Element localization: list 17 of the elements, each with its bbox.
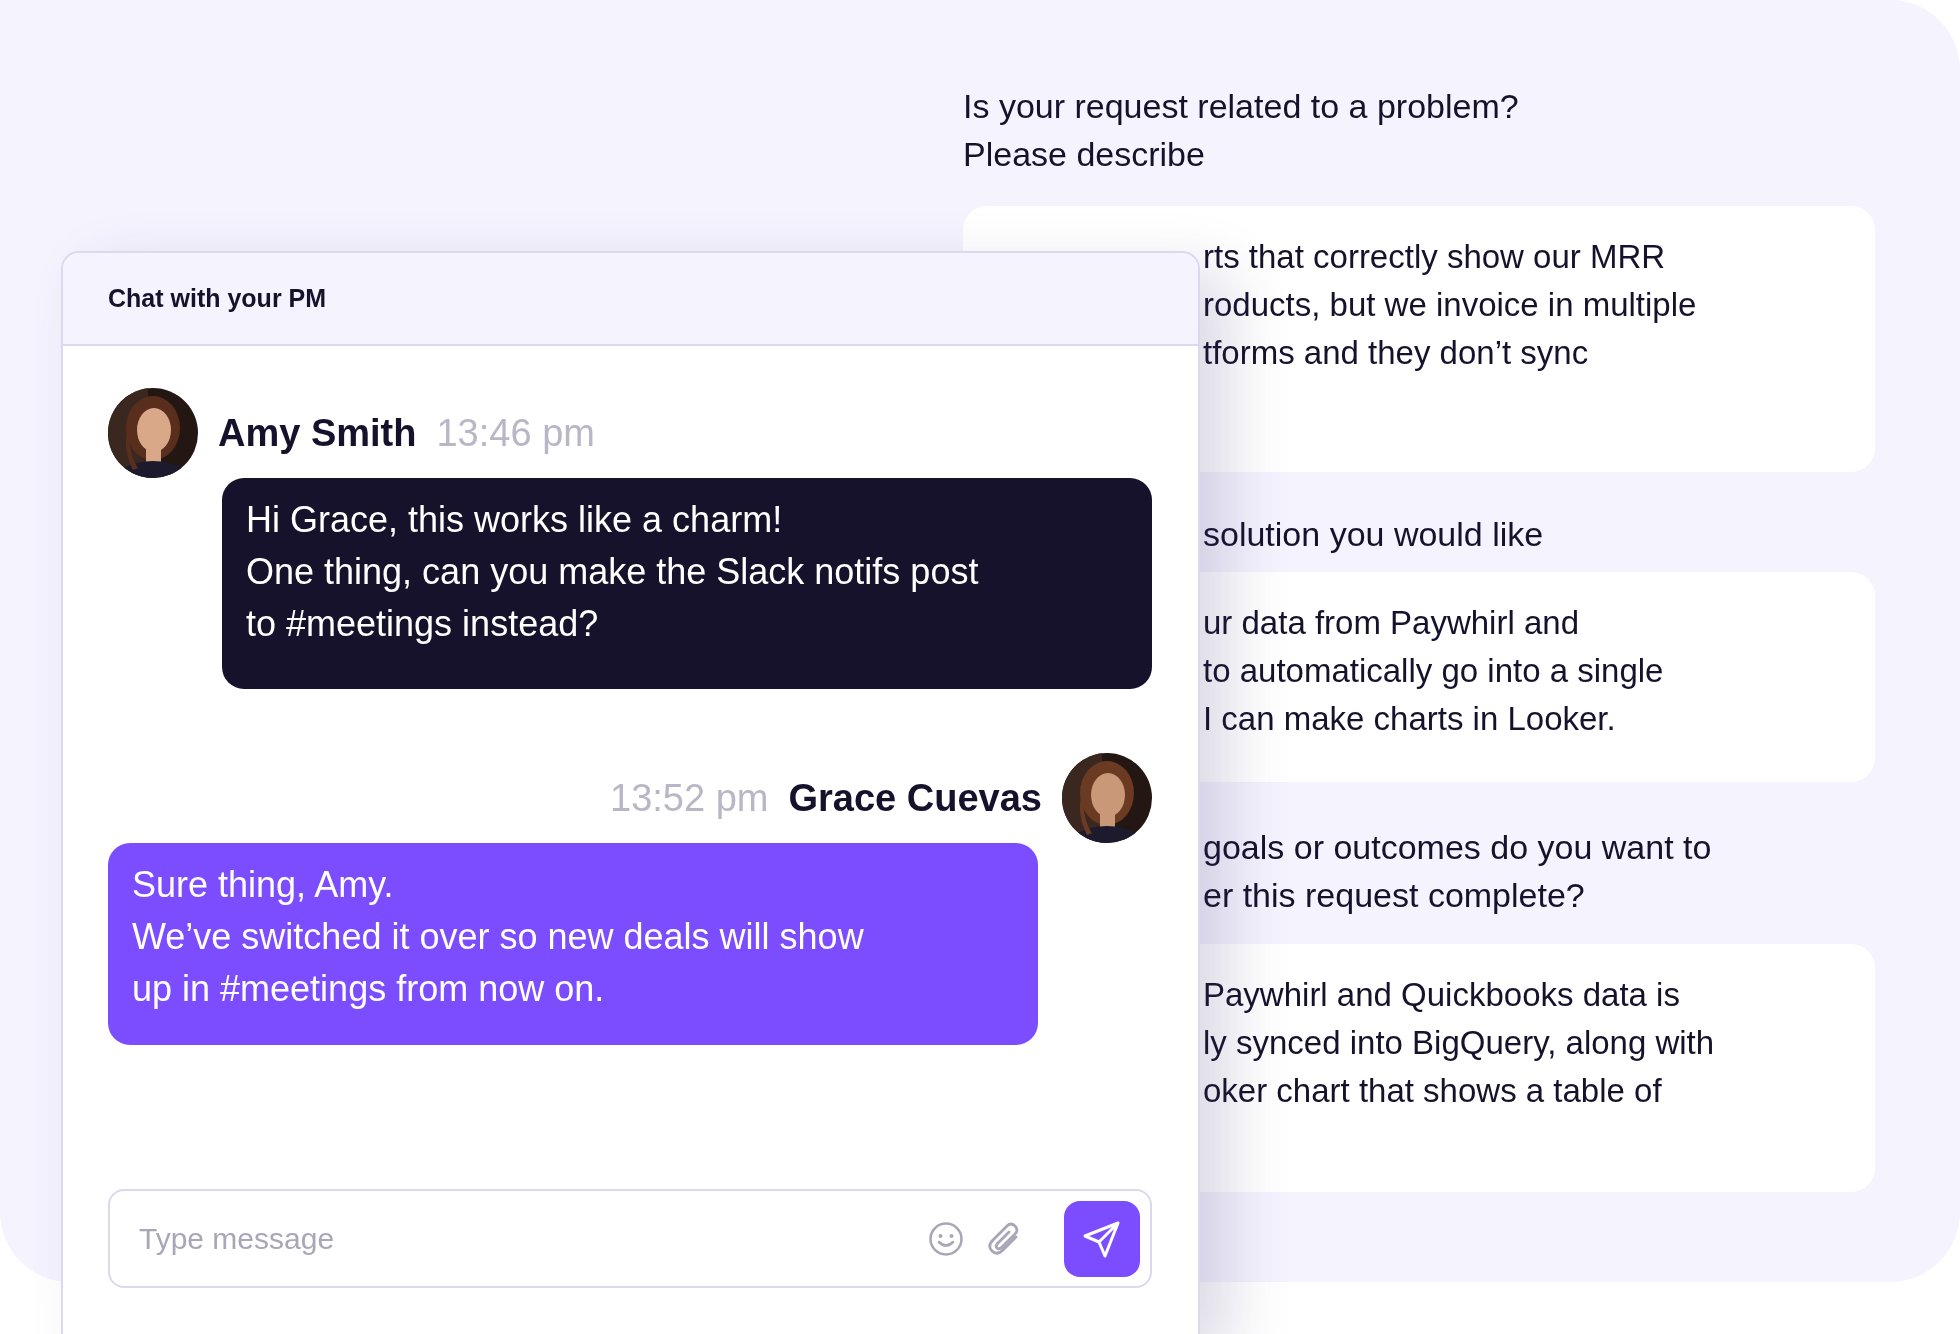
sender-name: Grace Cuevas: [788, 776, 1042, 820]
question-text: goals or outcomes do you want to er this request complete?: [1202, 827, 1713, 916]
message-time: 13:46 pm: [436, 411, 595, 455]
send-button[interactable]: [1064, 1200, 1140, 1277]
chat-title: Chat with your PM: [108, 284, 327, 313]
answer-text: rts that correctly show our MRR roducts, but we invoice in multiple tforms and they don’t sync: [1203, 237, 1698, 373]
answer-text: ur data from Paywhirl and to automatically go into a single I can make charts in Looker.: [1203, 603, 1665, 739]
message-bubble: Sure thing, Amy. We’ve switched it over so new deals will show up in #meetings from now on.: [108, 843, 1038, 1045]
message-field[interactable]: Type message: [108, 1189, 1152, 1288]
message-time: 13:52 pm: [610, 776, 769, 820]
message-input[interactable]: Type message: [137, 1220, 906, 1257]
question-text: solution you would like: [1202, 514, 1545, 555]
sender-name: Amy Smith: [218, 411, 417, 455]
question-text: Is your request related to a problem? Please describe: [963, 86, 1520, 175]
emoji-icon[interactable]: [928, 1220, 964, 1257]
message-bubble: Hi Grace, this works like a charm! One thing, can you make the Slack notifs post to #meetings instead?: [222, 478, 1152, 689]
answer-text: Paywhirl and Quickbooks data is ly synced into BigQuery, along with oker chart that shows a table of: [1203, 975, 1716, 1111]
